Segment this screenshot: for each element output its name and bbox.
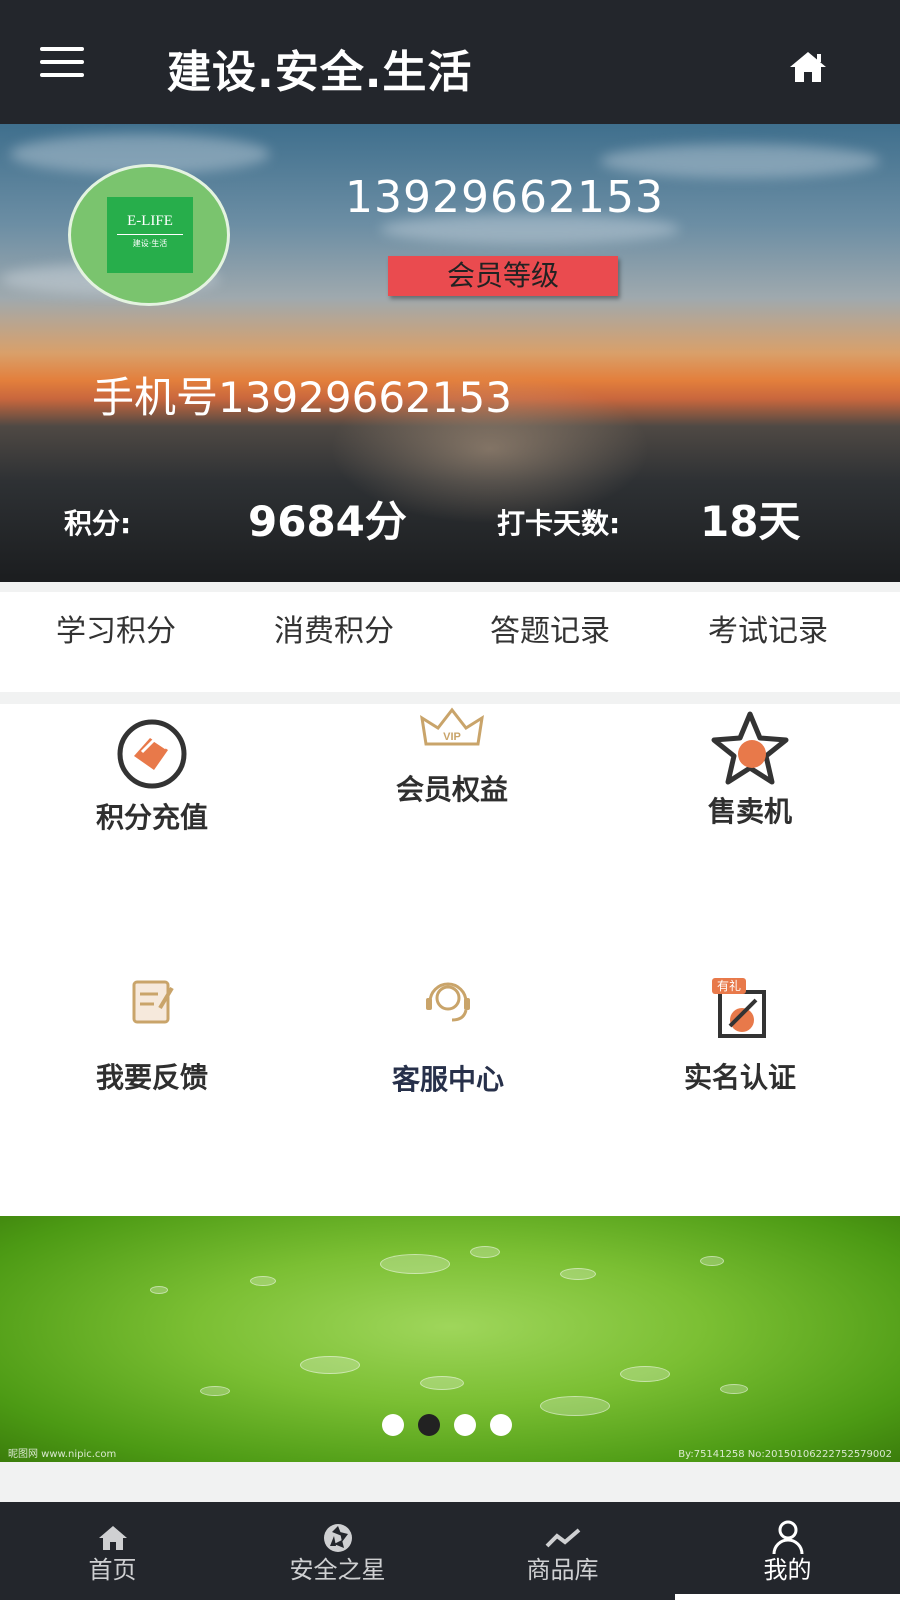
banner-watermark: 昵图网 www.nipic.com bbox=[8, 1449, 117, 1460]
aperture-icon bbox=[318, 1520, 358, 1554]
app-title: 建设.安全.生活 bbox=[167, 47, 473, 98]
feature-vip-benefits[interactable]: VIP 会员权益 bbox=[352, 704, 552, 808]
promo-banner[interactable]: 昵图网 www.nipic.com By:75141258 No:2015010… bbox=[0, 1216, 900, 1462]
link-exam-records[interactable]: 考试记录 bbox=[708, 606, 828, 650]
active-tab-indicator bbox=[675, 1594, 900, 1600]
verify-icon: 有礼 bbox=[700, 976, 780, 1052]
feature-grid: 积分充值 VIP 会员权益 售卖机 我要反馈 客服中心 有礼 实名认证 bbox=[0, 704, 900, 1216]
link-answer-records[interactable]: 答题记录 bbox=[490, 606, 610, 650]
feature-real-name-verify[interactable]: 有礼 实名认证 bbox=[640, 976, 840, 1096]
user-number: 13929662153 bbox=[345, 172, 664, 223]
banner-watermark-id: By:75141258 No:20150106222752579002 bbox=[678, 1449, 892, 1460]
tab-mine[interactable]: 我的 bbox=[675, 1502, 900, 1600]
hamburger-icon[interactable] bbox=[40, 47, 86, 79]
feedback-icon bbox=[112, 976, 192, 1052]
tab-product-library[interactable]: 商品库 bbox=[450, 1502, 675, 1600]
home-icon[interactable] bbox=[788, 50, 828, 84]
bottom-tab-bar: 首页 安全之星 商品库 我的 bbox=[0, 1502, 900, 1600]
star-icon bbox=[710, 710, 790, 786]
gift-badge: 有礼 bbox=[716, 979, 741, 993]
feature-recharge[interactable]: 积分充值 bbox=[52, 716, 252, 836]
tab-home[interactable]: 首页 bbox=[0, 1502, 225, 1600]
feature-customer-service[interactable]: 客服中心 bbox=[348, 974, 548, 1098]
member-level-badge[interactable]: 会员等级 bbox=[388, 256, 618, 296]
feature-feedback[interactable]: 我要反馈 bbox=[52, 976, 252, 1096]
top-bar: 建设.安全.生活 bbox=[0, 0, 900, 124]
pagination-dot[interactable] bbox=[454, 1414, 476, 1436]
records-bar: 学习积分 消费积分 答题记录 考试记录 bbox=[0, 592, 900, 692]
user-icon bbox=[768, 1520, 808, 1555]
home-icon bbox=[93, 1520, 133, 1554]
checkin-value: 18天 bbox=[700, 497, 801, 546]
phone-number: 手机号13929662153 bbox=[92, 373, 512, 422]
avatar[interactable]: E-LIFE 建设·生活 bbox=[68, 164, 230, 306]
pagination-dot-active[interactable] bbox=[418, 1414, 440, 1436]
tab-safety-star[interactable]: 安全之星 bbox=[225, 1502, 450, 1600]
points-label: 积分: bbox=[64, 507, 132, 540]
recharge-icon bbox=[112, 716, 192, 792]
app-logo: E-LIFE 建设·生活 bbox=[107, 197, 193, 273]
checkin-label: 打卡天数: bbox=[497, 507, 621, 540]
headset-icon bbox=[408, 974, 488, 1050]
feature-vending-machine[interactable]: 售卖机 bbox=[650, 710, 850, 830]
vip-crown-icon: VIP bbox=[412, 704, 492, 780]
trend-icon bbox=[543, 1520, 583, 1554]
svg-text:VIP: VIP bbox=[443, 731, 461, 743]
link-study-points[interactable]: 学习积分 bbox=[56, 606, 176, 650]
link-consume-points[interactable]: 消费积分 bbox=[274, 606, 394, 650]
pagination-dot[interactable] bbox=[382, 1414, 404, 1436]
points-value: 9684分 bbox=[248, 497, 407, 546]
profile-hero: E-LIFE 建设·生活 13929662153 会员等级 手机号1392966… bbox=[0, 124, 900, 582]
pagination-dot[interactable] bbox=[490, 1414, 512, 1436]
